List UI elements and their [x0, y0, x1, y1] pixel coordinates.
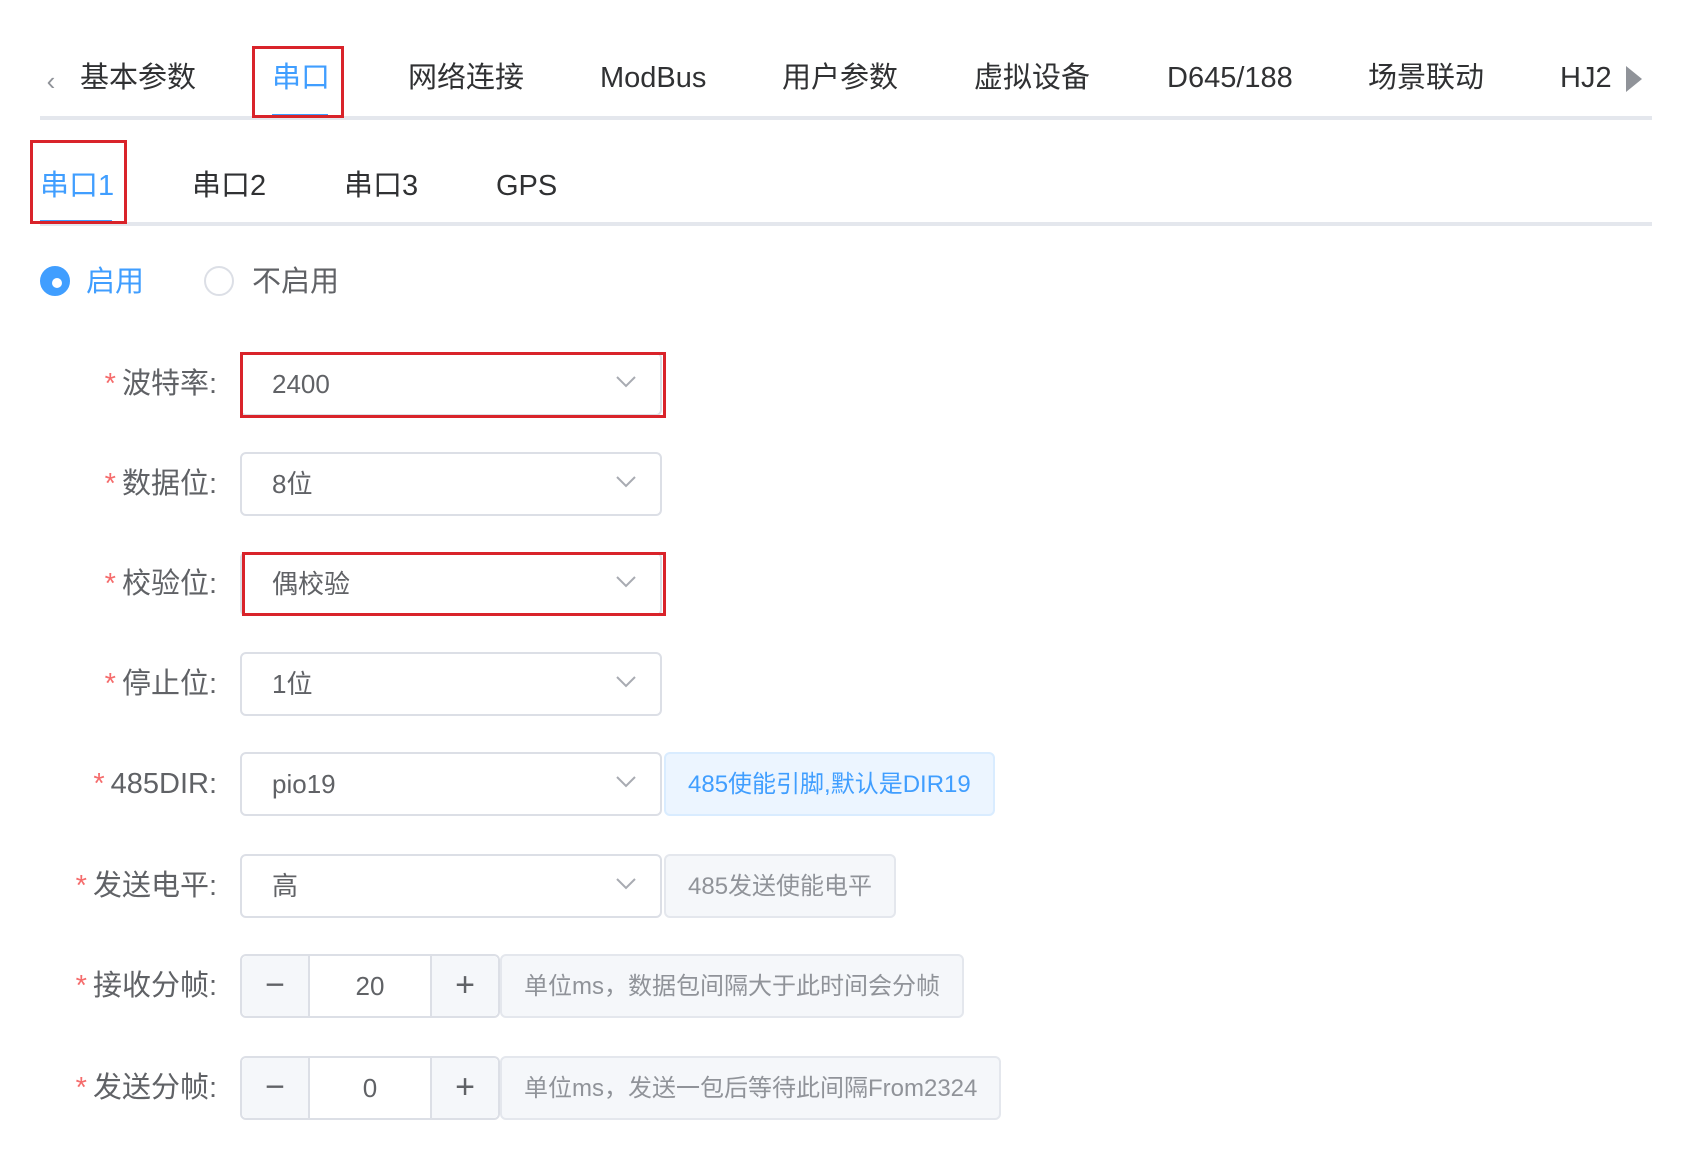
required-mark: *: [93, 768, 105, 800]
highlight-box-parity: [242, 552, 666, 616]
tab-gps[interactable]: GPS: [496, 164, 557, 208]
radio-enable-label[interactable]: 启用: [86, 262, 144, 302]
baud-rate-label-text: 波特率:: [121, 368, 217, 400]
tab-basic-params[interactable]: 基本参数: [80, 56, 196, 100]
tab-hj2[interactable]: HJ2: [1560, 56, 1612, 100]
required-mark: *: [104, 668, 116, 700]
send-level-select[interactable]: 高: [240, 854, 662, 918]
dir485-label: * 485DIR:: [93, 764, 217, 804]
highlight-box-serial-tab: [252, 46, 344, 118]
chevron-down-icon: [616, 476, 636, 488]
tab-scene-linkage[interactable]: 场景联动: [1368, 56, 1484, 100]
required-mark: *: [75, 870, 87, 902]
send-frame-label: * 发送分帧:: [76, 1068, 217, 1108]
tab-user-params[interactable]: 用户参数: [782, 56, 898, 100]
dir485-value: pio19: [272, 769, 336, 799]
radio-disable[interactable]: [204, 266, 234, 296]
highlight-box-baud-rate: [240, 352, 666, 418]
send-frame-hint: 单位ms，发送一包后等待此间隔From2324: [500, 1056, 1002, 1120]
send-frame-stepper: − 0 +: [240, 1056, 500, 1120]
data-bits-label-text: 数据位:: [121, 468, 217, 500]
chevron-left-icon[interactable]: ‹: [40, 66, 62, 96]
send-frame-decrement-button[interactable]: −: [242, 1058, 310, 1118]
recv-frame-label-text: 接收分帧:: [92, 970, 217, 1002]
required-mark: *: [104, 568, 116, 600]
radio-enable[interactable]: [40, 266, 70, 296]
chevron-down-icon: [616, 676, 636, 688]
required-mark: *: [75, 1072, 87, 1104]
stop-bits-value: 1位: [272, 669, 313, 699]
serial-sub-tab-bar: 串口1 串口2 串口3 GPS: [40, 142, 1652, 226]
stop-bits-label-text: 停止位:: [121, 668, 217, 700]
dir485-label-text: 485DIR:: [110, 768, 217, 800]
tab-d645-188[interactable]: D645/188: [1167, 56, 1293, 100]
send-level-label: * 发送电平:: [76, 866, 217, 906]
recv-frame-input[interactable]: 20: [308, 956, 432, 1016]
tab-virtual-device[interactable]: 虚拟设备: [974, 56, 1090, 100]
send-level-hint: 485发送使能电平: [664, 854, 897, 918]
chevron-down-icon: [616, 776, 636, 788]
baud-rate-label: * 波特率:: [105, 364, 217, 404]
recv-frame-label: * 接收分帧:: [76, 966, 217, 1006]
tab-modbus[interactable]: ModBus: [600, 56, 706, 100]
recv-frame-hint: 单位ms，数据包间隔大于此时间会分帧: [500, 954, 964, 1018]
dir485-select[interactable]: pio19: [240, 752, 662, 816]
recv-frame-stepper: − 20 +: [240, 954, 500, 1018]
parity-label-text: 校验位:: [121, 568, 217, 600]
radio-disable-label[interactable]: 不启用: [252, 262, 339, 302]
tab-serial-2[interactable]: 串口2: [192, 164, 266, 208]
stop-bits-select[interactable]: 1位: [240, 652, 662, 716]
send-level-label-text: 发送电平:: [92, 870, 217, 902]
data-bits-select[interactable]: 8位: [240, 452, 662, 516]
caret-right-icon[interactable]: [1622, 62, 1646, 96]
required-mark: *: [104, 468, 116, 500]
chevron-down-icon: [616, 878, 636, 890]
data-bits-value: 8位: [272, 469, 313, 499]
send-frame-label-text: 发送分帧:: [92, 1072, 217, 1104]
recv-frame-decrement-button[interactable]: −: [242, 956, 310, 1016]
dir485-hint: 485使能引脚,默认是DIR19: [664, 752, 995, 816]
send-frame-input[interactable]: 0: [308, 1058, 432, 1118]
recv-frame-increment-button[interactable]: +: [430, 956, 498, 1016]
data-bits-label: * 数据位:: [105, 464, 217, 504]
parity-label: * 校验位:: [105, 564, 217, 604]
tab-network[interactable]: 网络连接: [408, 56, 524, 100]
required-mark: *: [75, 970, 87, 1002]
send-frame-increment-button[interactable]: +: [430, 1058, 498, 1118]
required-mark: *: [104, 368, 116, 400]
tab-serial-3[interactable]: 串口3: [344, 164, 418, 208]
send-level-value: 高: [272, 871, 299, 901]
stop-bits-label: * 停止位:: [105, 664, 217, 704]
highlight-box-serial1-tab: [30, 140, 127, 224]
